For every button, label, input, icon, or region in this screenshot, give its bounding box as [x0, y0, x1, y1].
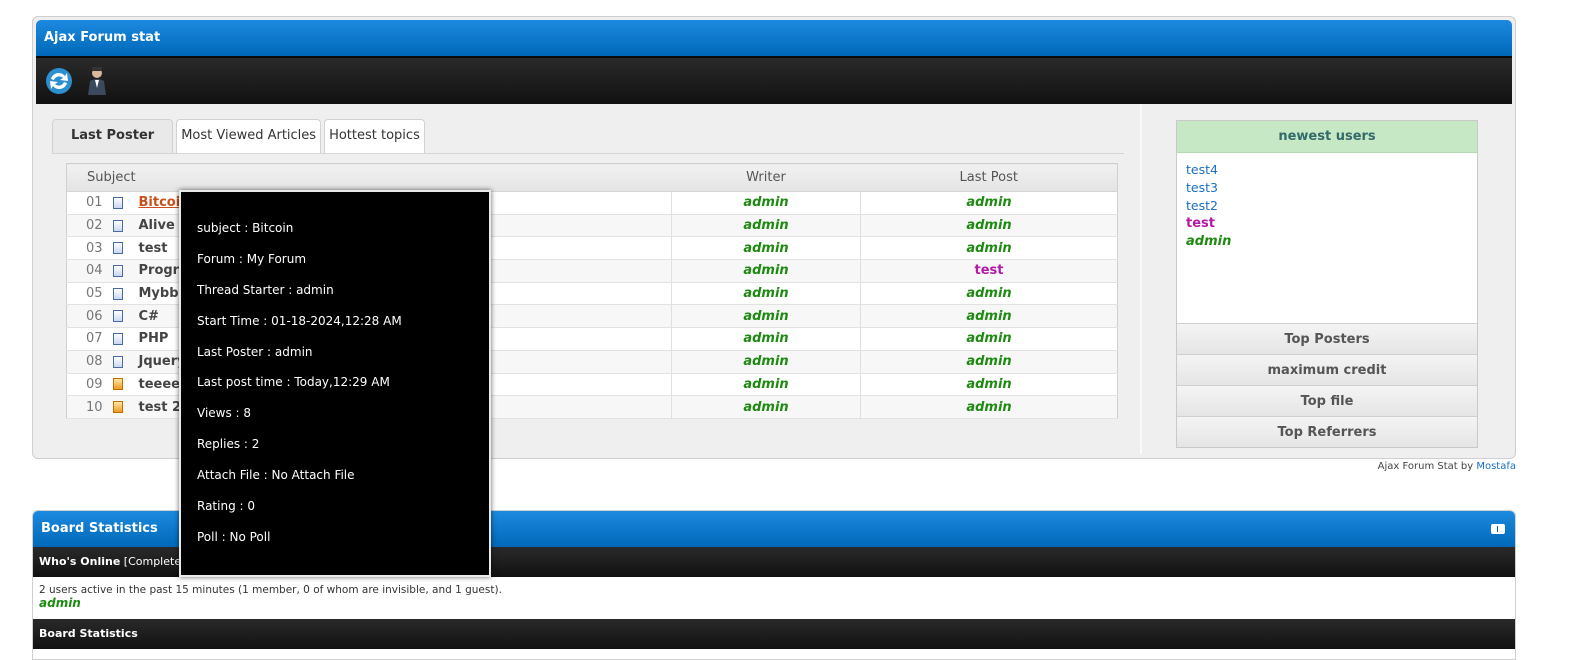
active-users-text: 2 users active in the past 15 minutes (1…	[39, 584, 502, 596]
whos-online-label: Who's Online	[39, 555, 121, 568]
refresh-icon[interactable]	[44, 66, 74, 96]
last-poster-link[interactable]: admin	[966, 331, 1011, 346]
thread-subject-link[interactable]: C#	[139, 309, 159, 324]
last-poster-link[interactable]: admin	[966, 309, 1011, 324]
tab-last-poster[interactable]: Last Poster	[52, 119, 174, 153]
user-link[interactable]: test3	[1186, 179, 1468, 197]
user-link[interactable]: test4	[1186, 161, 1468, 179]
newest-users-panel: newest users test4 test3 test2 test admi…	[1176, 120, 1478, 448]
tooltip-line: Replies : 2	[197, 437, 260, 452]
tooltip-line: Views : 8	[197, 406, 252, 421]
maximum-credit-button[interactable]: maximum credit	[1177, 354, 1477, 385]
row-number: 03	[66, 236, 113, 261]
writer-link[interactable]: admin	[743, 241, 788, 256]
newest-users-title: newest users	[1177, 121, 1477, 153]
row-number: 06	[66, 304, 113, 329]
tooltip-line: Last post time : Today,12:29 AM	[197, 375, 390, 390]
newest-users-list: test4 test3 test2 test admin	[1177, 153, 1477, 323]
user-agent-icon[interactable]	[82, 66, 112, 96]
row-number: 10	[66, 395, 113, 419]
tab-bar: Last Poster Most Viewed Articles Hottest…	[52, 118, 1124, 154]
thread-subject-link[interactable]: Alive	[139, 218, 175, 233]
user-link[interactable]: test	[1186, 215, 1468, 233]
row-number: 01	[66, 191, 113, 215]
tooltip-line: Start Time : 01-18-2024,12:28 AM	[197, 313, 402, 328]
thread-subject-link[interactable]: test 2	[139, 400, 182, 415]
tooltip-line: subject : Bitcoin	[197, 221, 294, 235]
row-number: 04	[66, 259, 113, 283]
writer-link[interactable]: admin	[743, 286, 788, 301]
tooltip-line: Thread Starter : admin	[197, 282, 334, 297]
thread-icon	[112, 355, 123, 368]
thread-subject-link[interactable]: Mybb	[139, 286, 179, 301]
row-number: 07	[66, 327, 113, 351]
credit-prefix: Ajax Forum Stat by	[1377, 461, 1474, 472]
writer-link[interactable]: admin	[743, 400, 788, 415]
writer-link[interactable]: admin	[743, 354, 788, 369]
last-poster-link[interactable]: admin	[966, 218, 1011, 233]
writer-link[interactable]: admin	[743, 195, 788, 210]
top-referrers-button[interactable]: Top Referrers	[1177, 416, 1477, 447]
thread-icon	[112, 219, 123, 232]
credit-line: Ajax Forum Stat by Mostafa	[1378, 461, 1516, 472]
last-poster-link[interactable]: admin	[966, 377, 1011, 392]
thread-icon	[112, 378, 123, 391]
writer-link[interactable]: admin	[743, 377, 788, 392]
thread-icon	[112, 196, 123, 209]
last-poster-link[interactable]: admin	[966, 241, 1011, 256]
tooltip-line: Rating : 0	[197, 499, 255, 514]
toolbar	[36, 56, 1512, 104]
thread-subject-link[interactable]: test	[139, 241, 168, 256]
thread-icon	[112, 242, 123, 255]
writer-link[interactable]: admin	[743, 218, 788, 233]
thread-icon	[112, 310, 123, 323]
last-poster-link[interactable]: admin	[966, 354, 1011, 369]
subject-column-header: Subject	[66, 163, 672, 192]
panel-title: Ajax Forum stat	[36, 20, 1512, 56]
tooltip-line: Poll : No Poll	[197, 529, 271, 544]
thread-icon	[112, 264, 123, 277]
thread-info-tooltip: subject : Bitcoin Forum : My Forum Threa…	[179, 190, 491, 577]
last-poster-link[interactable]: admin	[966, 286, 1011, 301]
collapse-icon[interactable]	[1491, 524, 1505, 534]
top-posters-button[interactable]: Top Posters	[1177, 323, 1477, 354]
tooltip-line: Forum : My Forum	[197, 251, 307, 266]
last-poster-link[interactable]: admin	[966, 400, 1011, 415]
writer-column-header: Writer	[671, 163, 861, 192]
last-poster-link[interactable]: test	[975, 263, 1004, 278]
last-post-column-header: Last Post	[860, 163, 1118, 192]
tooltip-line: Attach File : No Attach File	[197, 468, 355, 483]
writer-link[interactable]: admin	[743, 263, 788, 278]
tab-most-viewed-articles[interactable]: Most Viewed Articles	[176, 119, 322, 153]
credit-author-link[interactable]: Mostafa	[1476, 461, 1516, 472]
writer-link[interactable]: admin	[743, 309, 788, 324]
row-number: 05	[66, 282, 113, 306]
top-file-button[interactable]: Top file	[1177, 385, 1477, 416]
row-number: 08	[66, 350, 113, 374]
tooltip-line: Last Poster : admin	[197, 344, 313, 359]
last-poster-link[interactable]: admin	[966, 195, 1011, 210]
user-link[interactable]: admin	[1186, 233, 1468, 251]
thread-icon	[112, 287, 123, 300]
thread-icon	[112, 332, 123, 345]
row-number: 02	[66, 214, 113, 238]
writer-link[interactable]: admin	[743, 331, 788, 346]
user-link[interactable]: test2	[1186, 197, 1468, 215]
row-number: 09	[66, 373, 113, 397]
thread-subject-link[interactable]: PHP	[139, 331, 169, 346]
online-user-link[interactable]: admin	[33, 596, 1515, 610]
thread-icon	[112, 401, 123, 414]
tab-hottest-topics[interactable]: Hottest topics	[324, 119, 425, 153]
board-statistics-title-text: Board Statistics	[41, 521, 158, 536]
board-statistics-subheading: Board Statistics	[33, 619, 1515, 649]
